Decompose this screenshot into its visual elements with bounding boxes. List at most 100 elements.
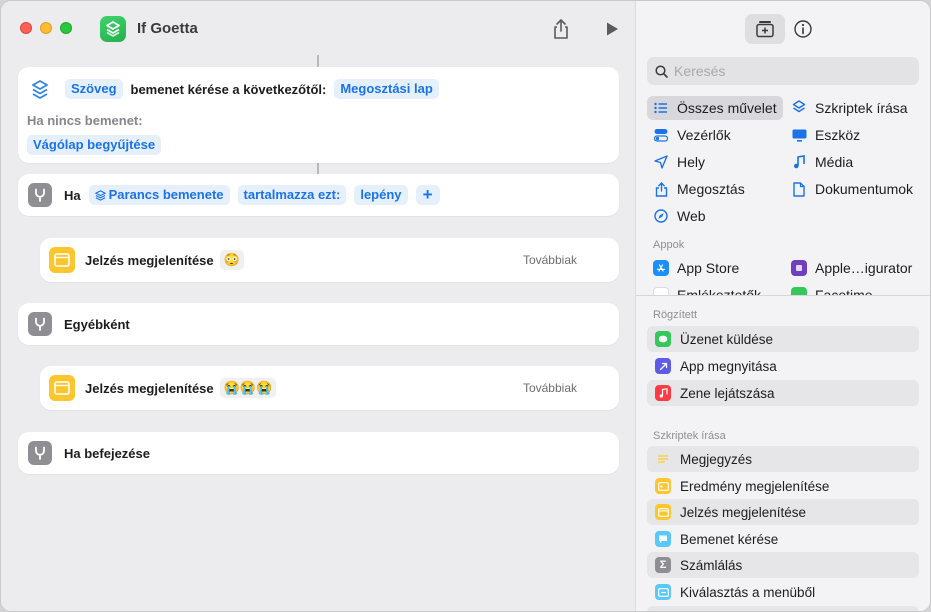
- show-alert-action[interactable]: Jelzés megjelenítése 😭😭😭 Továbbiak: [40, 366, 619, 410]
- action-label: Számlálás: [680, 557, 743, 573]
- shortcuts-app-icon[interactable]: [100, 16, 126, 42]
- alert-message-token[interactable]: 😳: [219, 250, 244, 270]
- app-app-store[interactable]: App Store: [653, 256, 739, 280]
- otherwise-label: Egyébként: [64, 316, 130, 332]
- open-app-icon: [655, 358, 671, 374]
- category-location[interactable]: Hely: [653, 150, 705, 174]
- category-label: Eszköz: [815, 127, 861, 143]
- more-options-link[interactable]: Továbbiak: [523, 381, 577, 395]
- alert-label: Jelzés megjelenítése: [85, 252, 214, 268]
- layers-icon: [94, 189, 106, 201]
- value-token[interactable]: lepény: [354, 185, 408, 205]
- if-label: Ha: [64, 187, 81, 203]
- app-facetime[interactable]: Facetime: [791, 283, 873, 295]
- location-icon: [653, 154, 669, 170]
- shortcut-input-label: Parancs bemenete: [108, 187, 224, 202]
- ask-input-text: bemenet kérése a következőtől:: [130, 81, 327, 97]
- scripting-action[interactable]: Jelzés megjelenítése: [647, 499, 919, 525]
- input-source-token[interactable]: Megosztási lap: [334, 79, 439, 99]
- app-apple-configurator[interactable]: Apple…igurator: [791, 256, 912, 280]
- music-icon: [655, 385, 671, 401]
- app-label: Facetime: [815, 287, 873, 295]
- reminders-icon: [653, 287, 669, 295]
- app-label: App Store: [677, 260, 740, 276]
- app-reminders[interactable]: Emlékeztetők: [653, 283, 761, 295]
- pinned-action[interactable]: Zene lejátszása: [647, 380, 919, 406]
- music-note-icon: [791, 154, 807, 170]
- category-label: Hely: [677, 154, 706, 170]
- close-window-button[interactable]: [20, 22, 32, 34]
- ask-input-icon: [655, 531, 671, 547]
- section-divider: [635, 295, 930, 296]
- add-condition-button[interactable]: +: [415, 185, 440, 205]
- category-media[interactable]: Média: [791, 150, 853, 174]
- list-icon: [653, 100, 669, 116]
- alert-message-token[interactable]: 😭😭😭: [219, 378, 277, 398]
- alert-icon: [49, 247, 75, 273]
- pinned-action[interactable]: App megnyitása: [647, 353, 919, 379]
- branch-icon: [28, 441, 52, 465]
- app-store-icon: [653, 260, 669, 276]
- display-icon: [791, 127, 807, 143]
- action-label: Üzenet küldése: [680, 331, 774, 347]
- category-device[interactable]: Eszköz: [791, 123, 860, 147]
- category-all-actions[interactable]: Összes művelet: [647, 96, 783, 120]
- add-action-icon: [756, 21, 774, 38]
- show-alert-action[interactable]: Jelzés megjelenítése 😳 Továbbiak: [40, 238, 619, 282]
- shortcuts-window: If Goetta Szöveg bemenet kérése a követk…: [0, 0, 931, 612]
- editor-pane: If Goetta Szöveg bemenet kérése a követk…: [1, 1, 635, 611]
- branch-icon: [28, 183, 52, 207]
- search-field[interactable]: Keresés: [647, 57, 919, 85]
- category-sharing[interactable]: Megosztás: [653, 177, 745, 201]
- end-if-action[interactable]: Ha befejezése: [18, 432, 619, 474]
- more-options-link[interactable]: Továbbiak: [523, 253, 577, 267]
- ask-input-action[interactable]: Szöveg bemenet kérése a következőtől: Me…: [18, 67, 619, 163]
- toggle-icon: [653, 127, 669, 143]
- scripting-action[interactable]: Bemenet kérése: [647, 526, 919, 552]
- choose-from-menu-icon: [655, 584, 671, 600]
- window-title: If Goetta: [137, 20, 198, 37]
- category-label: Szkriptek írása: [815, 100, 908, 116]
- action-label: Bemenet kérése: [680, 531, 779, 547]
- script-icon: [791, 100, 807, 116]
- comment-icon: [655, 451, 671, 467]
- scripting-action[interactable]: Eredmény megjelenítése: [647, 473, 919, 499]
- action-library-tab[interactable]: [745, 14, 785, 44]
- scripting-action[interactable]: Kiválasztás a menüből: [647, 579, 919, 605]
- category-controls[interactable]: Vezérlők: [653, 123, 731, 147]
- search-placeholder: Keresés: [674, 63, 726, 79]
- category-documents[interactable]: Dokumentumok: [791, 177, 913, 201]
- run-shortcut-button[interactable]: [604, 21, 620, 37]
- action-label: Megjegyzés: [680, 451, 753, 467]
- share-icon[interactable]: [551, 18, 571, 40]
- shortcut-input-token[interactable]: Parancs bemenete: [88, 185, 230, 205]
- otherwise-action[interactable]: Egyébként: [18, 303, 619, 345]
- flow-connector: [317, 163, 319, 174]
- category-label: Dokumentumok: [815, 181, 914, 197]
- sum-icon: Σ: [655, 557, 671, 573]
- scripting-action[interactable]: Σ Számlálás: [647, 552, 919, 578]
- condition-token[interactable]: tartalmazza ezt:: [237, 185, 347, 205]
- category-scripting[interactable]: Szkriptek írása: [791, 96, 908, 120]
- info-icon[interactable]: [793, 19, 813, 39]
- category-label: Média: [815, 154, 854, 170]
- scripting-section-header: Szkriptek írása: [653, 430, 726, 442]
- pinned-section-header: Rögzített: [653, 309, 698, 321]
- traffic-lights: [20, 22, 72, 34]
- minimize-window-button[interactable]: [40, 22, 52, 34]
- no-input-token[interactable]: Vágólap begyűjtése: [27, 135, 162, 155]
- category-web[interactable]: Web: [653, 204, 706, 228]
- flow-connector: [317, 55, 319, 67]
- action-label: Kiválasztás a menüből: [680, 584, 816, 600]
- ask-input-icon: [28, 78, 52, 102]
- pinned-action[interactable]: Üzenet küldése: [647, 326, 919, 352]
- scripting-action[interactable]: Megjegyzés: [647, 446, 919, 472]
- scripting-action-overflow: [647, 606, 919, 611]
- zoom-window-button[interactable]: [60, 22, 72, 34]
- document-icon: [791, 181, 807, 197]
- category-label: Összes művelet: [677, 100, 777, 116]
- action-label: Eredmény megjelenítése: [680, 478, 830, 494]
- if-action[interactable]: Ha Parancs bemenete tartalmazza ezt: lep…: [18, 174, 619, 216]
- configurator-icon: [791, 260, 807, 276]
- input-type-token[interactable]: Szöveg: [65, 79, 123, 99]
